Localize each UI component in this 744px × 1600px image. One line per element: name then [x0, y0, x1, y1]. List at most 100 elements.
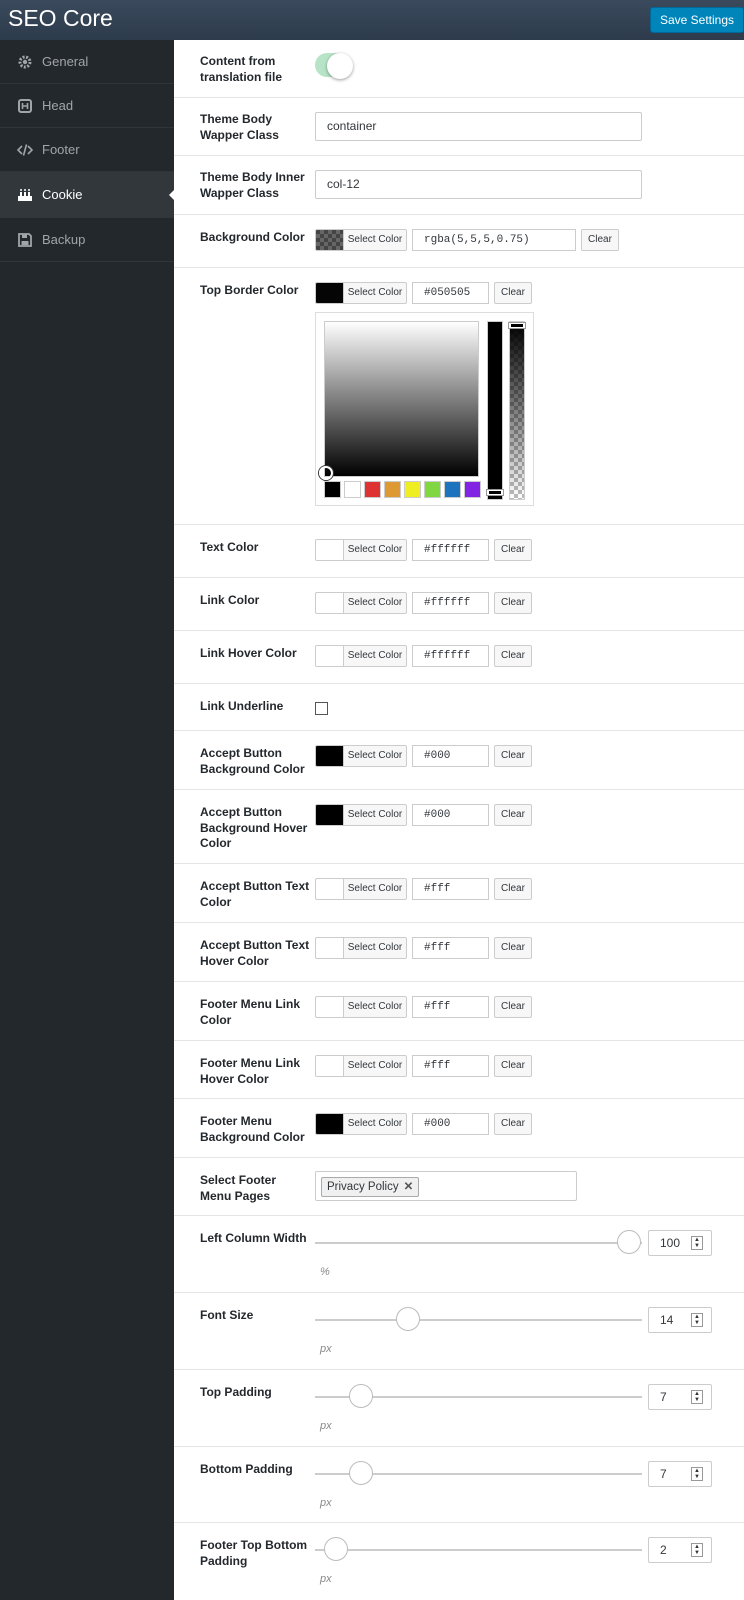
select-color-button[interactable]: Select Color: [343, 745, 407, 767]
sidebar-item-cookie[interactable]: Cookie: [0, 172, 174, 218]
slider-handle[interactable]: [617, 1230, 641, 1254]
accept-bg-color-input[interactable]: #000: [412, 745, 489, 767]
preset-color-yellow[interactable]: [404, 481, 421, 498]
preset-color-orange[interactable]: [384, 481, 401, 498]
field-label: Accept Button Background Color: [200, 746, 305, 776]
sidebar-item-head[interactable]: Head: [0, 84, 174, 128]
number-value: 14: [660, 1313, 674, 1327]
hue-slider-handle[interactable]: [486, 489, 504, 496]
row-link-hover-color: Link Hover Color Select Color #ffffff Cl…: [174, 631, 744, 684]
sidebar-item-backup[interactable]: Backup: [0, 218, 174, 262]
clear-button[interactable]: Clear: [494, 282, 532, 304]
clear-button[interactable]: Clear: [494, 996, 532, 1018]
top-border-color-input[interactable]: #050505: [412, 282, 489, 304]
footer-tb-padding-input[interactable]: 2 ▲ ▼: [648, 1537, 712, 1563]
clear-button[interactable]: Clear: [494, 1055, 532, 1077]
select-color-button[interactable]: Select Color: [343, 282, 407, 304]
preset-color-white[interactable]: [344, 481, 361, 498]
field-label: Footer Menu Link Hover Color: [200, 1056, 300, 1086]
accept-bg-hover-color-input[interactable]: #000: [412, 804, 489, 826]
spinner-arrows-icon[interactable]: ▲ ▼: [691, 1390, 703, 1404]
slider-track[interactable]: [315, 1242, 642, 1244]
preset-color-black[interactable]: [324, 481, 341, 498]
row-footer-pages: Select Footer Menu Pages Privacy Policy ✕: [174, 1158, 744, 1216]
content-from-translation-toggle[interactable]: [315, 53, 353, 79]
number-value: 7: [660, 1390, 667, 1404]
clear-button[interactable]: Clear: [494, 1113, 532, 1135]
select-color-button[interactable]: Select Color: [343, 229, 407, 251]
opacity-slider[interactable]: [508, 321, 526, 500]
select-color-button[interactable]: Select Color: [343, 645, 407, 667]
unit-label: px: [320, 1497, 332, 1509]
color-swatch: [315, 1055, 343, 1077]
background-color-input[interactable]: rgba(5,5,5,0.75): [412, 229, 576, 251]
clear-button[interactable]: Clear: [494, 592, 532, 614]
left-column-width-input[interactable]: 100 ▲ ▼: [648, 1230, 712, 1256]
clear-button[interactable]: Clear: [494, 539, 532, 561]
spinner-arrows-icon[interactable]: ▲ ▼: [691, 1543, 703, 1557]
top-padding-input[interactable]: 7 ▲ ▼: [648, 1384, 712, 1410]
accept-text-hover-color-input[interactable]: #fff: [412, 937, 489, 959]
link-hover-color-input[interactable]: #ffffff: [412, 645, 489, 667]
select-color-button[interactable]: Select Color: [343, 937, 407, 959]
select-color-button[interactable]: Select Color: [343, 1113, 407, 1135]
clear-button[interactable]: Clear: [581, 229, 619, 251]
field-label: Accept Button Text Color: [200, 879, 310, 909]
font-size-input[interactable]: 14 ▲ ▼: [648, 1307, 712, 1333]
preset-color-red[interactable]: [364, 481, 381, 498]
select-color-button[interactable]: Select Color: [343, 996, 407, 1018]
remove-tag-icon[interactable]: ✕: [404, 1181, 414, 1193]
preset-color-green[interactable]: [424, 481, 441, 498]
clear-button[interactable]: Clear: [494, 878, 532, 900]
slider-track[interactable]: [315, 1319, 642, 1321]
slider-handle[interactable]: [396, 1307, 420, 1331]
body-wrapper-class-input[interactable]: container: [315, 112, 642, 141]
sidebar-item-footer[interactable]: Footer: [0, 128, 174, 172]
row-accept-bg-hover: Accept Button Background Hover Color Sel…: [174, 790, 744, 864]
field-label: Text Color: [200, 540, 259, 554]
color-swatch: [315, 996, 343, 1018]
sidebar: General Head Footer Cookie Backup: [0, 40, 174, 1600]
select-color-button[interactable]: Select Color: [343, 539, 407, 561]
spinner-arrows-icon[interactable]: ▲ ▼: [691, 1313, 703, 1327]
link-color-input[interactable]: #ffffff: [412, 592, 489, 614]
select-color-button[interactable]: Select Color: [343, 878, 407, 900]
color-picker-handle[interactable]: [319, 466, 333, 480]
accept-text-color-input[interactable]: #fff: [412, 878, 489, 900]
footer-link-hover-color-input[interactable]: #fff: [412, 1055, 489, 1077]
preset-color-purple[interactable]: [464, 481, 481, 498]
saturation-value-square[interactable]: [319, 321, 479, 480]
row-top-padding: Top Padding 7 ▲ ▼ px: [174, 1370, 744, 1447]
select-color-button[interactable]: Select Color: [343, 804, 407, 826]
footer-bg-color-input[interactable]: #000: [412, 1113, 489, 1135]
sidebar-item-general[interactable]: General: [0, 40, 174, 84]
slider-handle[interactable]: [349, 1461, 373, 1485]
select-color-button[interactable]: Select Color: [343, 1055, 407, 1077]
color-swatch: [315, 229, 343, 251]
body-inner-wrapper-class-input[interactable]: col-12: [315, 170, 642, 199]
footer-link-color-input[interactable]: #fff: [412, 996, 489, 1018]
save-settings-button[interactable]: Save Settings: [650, 7, 744, 33]
text-color-input[interactable]: #ffffff: [412, 539, 489, 561]
field-label: Footer Top Bottom Padding: [200, 1538, 308, 1568]
field-label: Footer Menu Link Color: [200, 997, 300, 1027]
field-label: Background Color: [200, 230, 305, 244]
hue-slider[interactable]: [486, 321, 504, 500]
clear-button[interactable]: Clear: [494, 804, 532, 826]
slider-handle[interactable]: [324, 1537, 348, 1561]
spinner-arrows-icon[interactable]: ▲ ▼: [691, 1236, 703, 1250]
row-link-underline: Link Underline: [174, 684, 744, 731]
footer-pages-select[interactable]: Privacy Policy ✕: [315, 1171, 577, 1201]
slider-handle[interactable]: [349, 1384, 373, 1408]
spinner-arrows-icon[interactable]: ▲ ▼: [691, 1467, 703, 1481]
preset-color-blue[interactable]: [444, 481, 461, 498]
bottom-padding-input[interactable]: 7 ▲ ▼: [648, 1461, 712, 1487]
field-label: Font Size: [200, 1308, 254, 1322]
clear-button[interactable]: Clear: [494, 745, 532, 767]
slider-track[interactable]: [315, 1549, 642, 1551]
link-underline-checkbox[interactable]: [315, 702, 328, 715]
clear-button[interactable]: Clear: [494, 645, 532, 667]
select-color-button[interactable]: Select Color: [343, 592, 407, 614]
opacity-slider-handle[interactable]: [508, 322, 526, 329]
clear-button[interactable]: Clear: [494, 937, 532, 959]
